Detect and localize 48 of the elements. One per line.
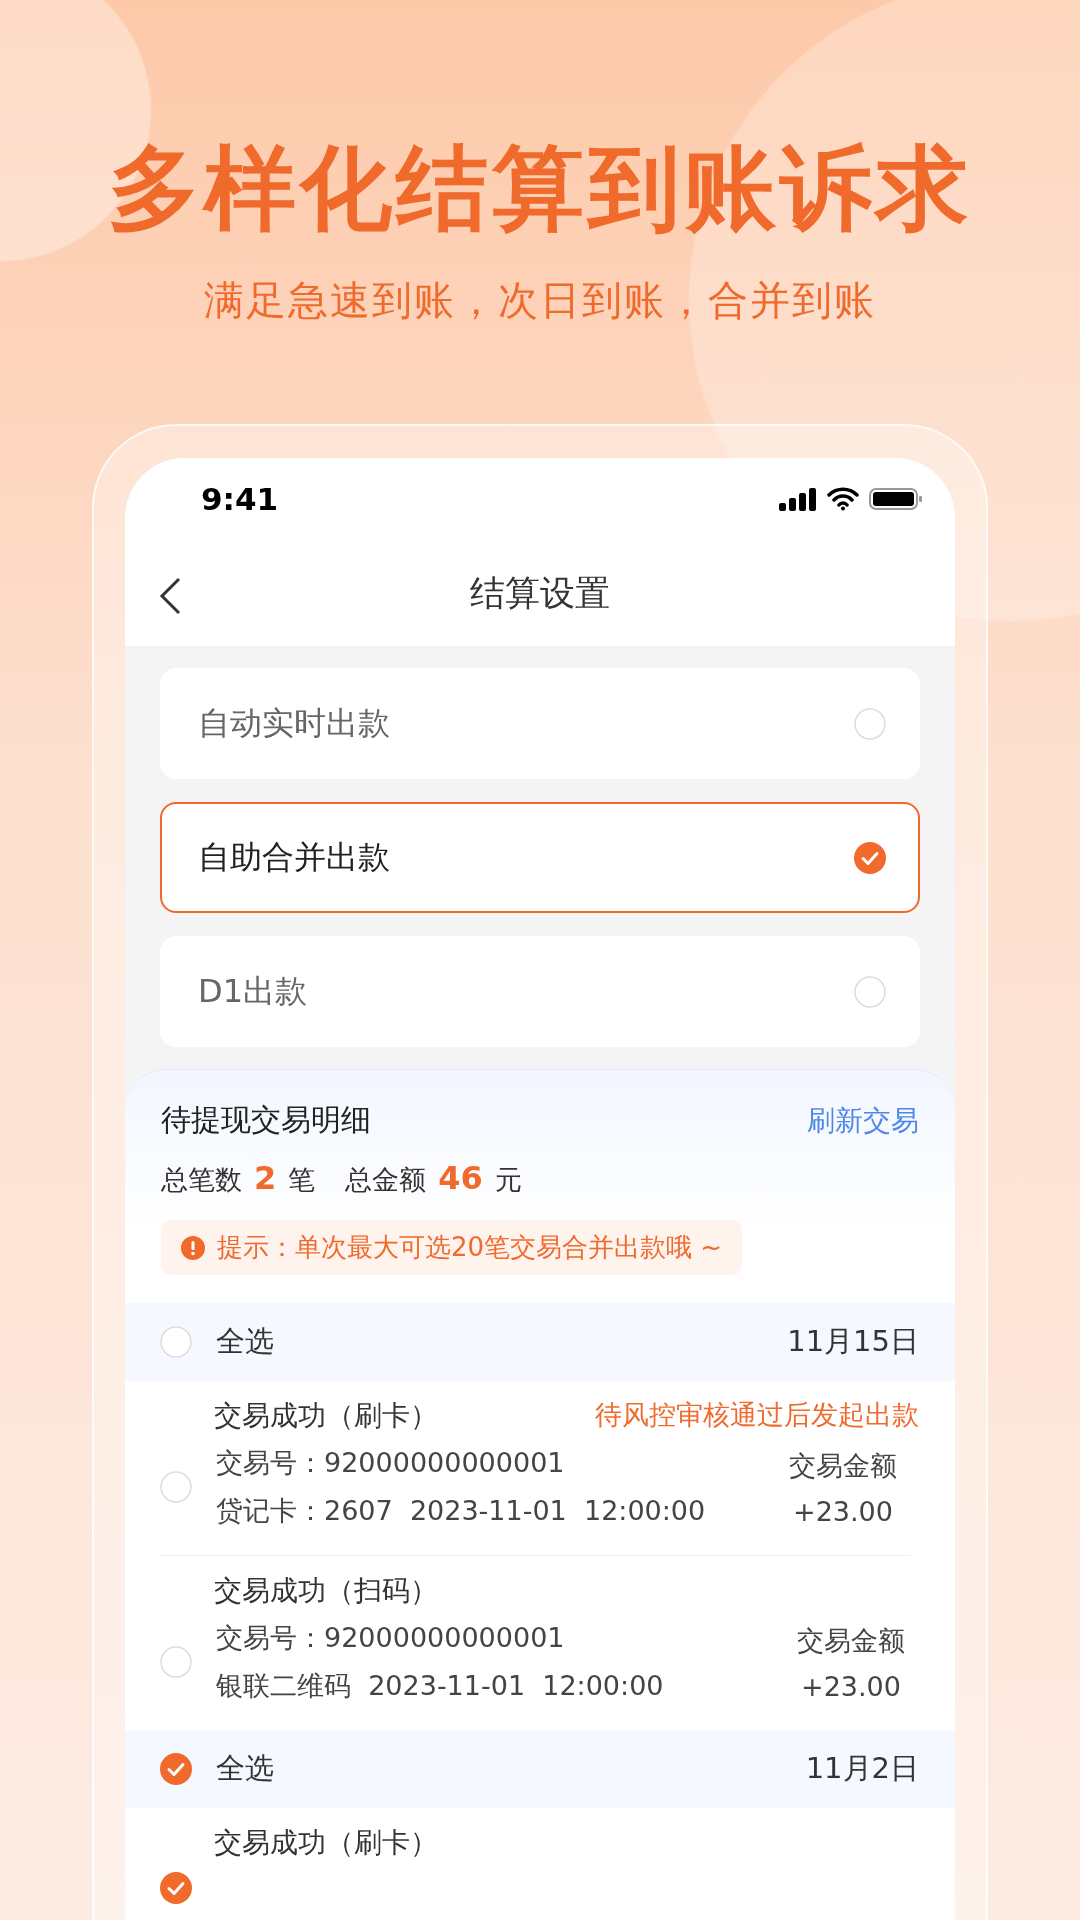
count-label: 总笔数 bbox=[161, 1163, 242, 1198]
amount-unit: 元 bbox=[494, 1163, 522, 1198]
select-all-label: 全选 bbox=[216, 1750, 275, 1788]
radio-button[interactable] bbox=[160, 1646, 192, 1679]
option-label: 自助合并出款 bbox=[198, 836, 390, 878]
select-all-label: 全选 bbox=[216, 1323, 275, 1361]
group-date: 11月2日 bbox=[805, 1750, 919, 1788]
payout-option[interactable]: D1出款 bbox=[160, 936, 920, 1048]
amount-caption: 交易金额 bbox=[797, 1623, 905, 1658]
back-icon[interactable] bbox=[157, 576, 183, 617]
option-label: D1出款 bbox=[198, 970, 307, 1012]
radio-button bbox=[854, 707, 886, 740]
group-date: 11月15日 bbox=[787, 1323, 919, 1361]
transaction-title: 交易成功（刷卡） bbox=[214, 1825, 438, 1862]
signal-icon bbox=[779, 487, 817, 512]
transaction-info: 贷记卡：2607 2023-11-01 12:00:00 bbox=[216, 1494, 707, 1529]
transaction-amount: +23.00 bbox=[801, 1670, 901, 1702]
transaction-status: 待风控审核通过后发起出款 bbox=[595, 1398, 919, 1433]
status-time: 9:41 bbox=[201, 481, 279, 518]
radio-button[interactable] bbox=[160, 1326, 192, 1359]
transaction-info: 银联二维码 2023-11-01 12:00:00 bbox=[216, 1669, 665, 1704]
payout-option[interactable]: 自助合并出款 bbox=[160, 802, 920, 914]
transaction-title: 交易成功（刷卡） bbox=[214, 1398, 438, 1435]
battery-icon bbox=[869, 487, 923, 512]
headline: 多样化结算到账诉求 bbox=[108, 138, 972, 240]
count-unit: 笔 bbox=[288, 1163, 316, 1198]
payout-option[interactable]: 自动实时出款 bbox=[160, 668, 920, 780]
option-label: 自动实时出款 bbox=[198, 702, 390, 744]
transaction-id: 交易号：92000000000001 bbox=[216, 1621, 566, 1656]
section-title: 待提现交易明细 bbox=[161, 1101, 371, 1140]
amount-value: 46 bbox=[438, 1159, 483, 1198]
transaction-amount: +23.00 bbox=[793, 1495, 893, 1527]
subheadline: 满足急速到账，次日到账，合并到账 bbox=[204, 276, 876, 326]
transaction-title: 交易成功（扫码） bbox=[214, 1573, 438, 1610]
amount-label: 总金额 bbox=[345, 1163, 427, 1198]
wifi-icon bbox=[827, 487, 859, 512]
radio-button[interactable] bbox=[160, 1471, 192, 1504]
checked-radio[interactable] bbox=[160, 1753, 192, 1786]
count-value: 2 bbox=[254, 1159, 277, 1198]
transaction-id: 交易号：92000000000001 bbox=[216, 1446, 566, 1481]
checked-radio[interactable] bbox=[160, 1872, 192, 1905]
alert-icon bbox=[181, 1235, 205, 1260]
refresh-link[interactable]: 刷新交易 bbox=[807, 1101, 919, 1140]
page-title: 结算设置 bbox=[470, 571, 610, 615]
checked-radio bbox=[854, 841, 886, 874]
tip-text: 提示：单次最大可选20笔交易合并出款哦 ~ bbox=[217, 1231, 723, 1265]
radio-button bbox=[854, 975, 886, 1008]
amount-caption: 交易金额 bbox=[789, 1448, 897, 1483]
